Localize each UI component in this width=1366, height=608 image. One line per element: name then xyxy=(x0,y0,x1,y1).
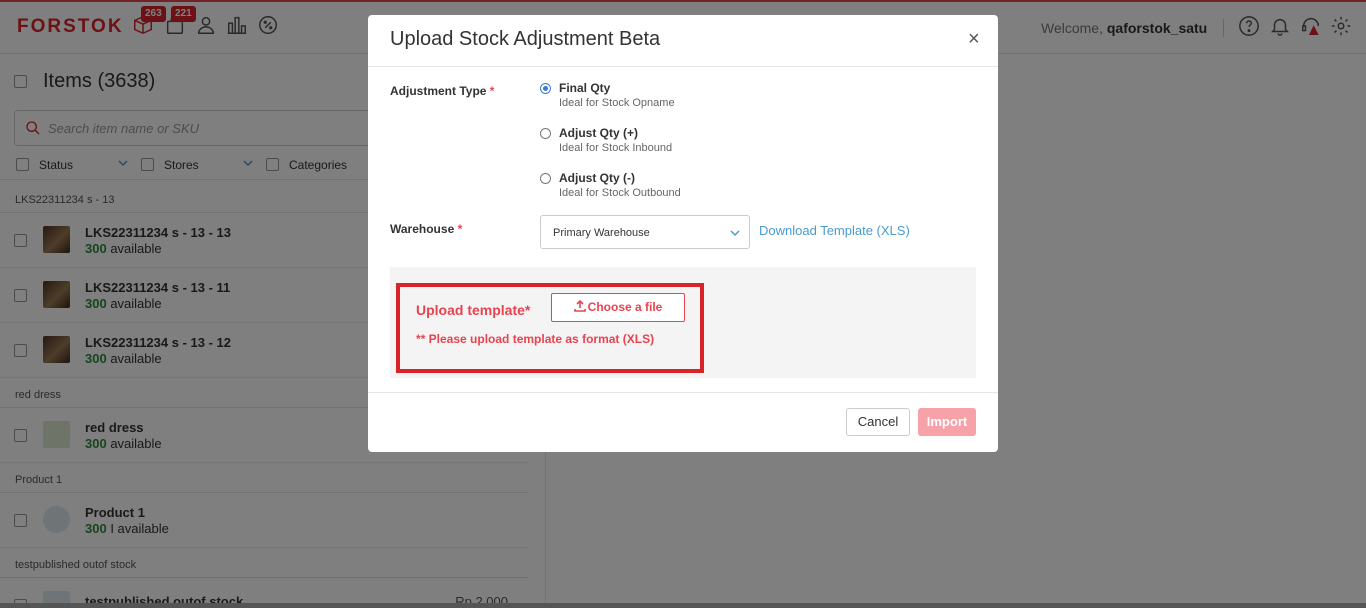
upload-icon xyxy=(573,299,586,312)
required-mark: * xyxy=(457,222,463,236)
option-subtitle: Ideal for Stock Opname xyxy=(559,97,675,109)
radio-final-qty[interactable] xyxy=(540,83,551,94)
option-title[interactable]: Adjust Qty (+) xyxy=(559,126,638,140)
choose-file-label: Choose a file xyxy=(587,300,663,314)
adjustment-type-text: Adjustment Type xyxy=(390,84,487,98)
warehouse-label: Warehouse * xyxy=(390,222,462,236)
upload-label-text: Upload template xyxy=(416,302,525,318)
divider xyxy=(368,392,998,393)
close-icon[interactable]: × xyxy=(968,29,980,49)
modal-title: Upload Stock Adjustment Beta xyxy=(390,28,661,50)
radio-adjust-qty-plus[interactable] xyxy=(540,128,551,139)
warehouse-value: Primary Warehouse xyxy=(553,227,650,239)
required-mark: * xyxy=(489,84,495,98)
option-subtitle: Ideal for Stock Inbound xyxy=(559,142,673,154)
download-template-link[interactable]: Download Template (XLS) xyxy=(759,223,910,238)
adjustment-type-label: Adjustment Type * xyxy=(390,84,494,98)
choose-file-button[interactable]: Choose a file xyxy=(551,293,685,322)
cancel-button[interactable]: Cancel xyxy=(846,408,910,436)
upload-hint: ** Please upload template as format (XLS… xyxy=(416,332,655,346)
option-title[interactable]: Final Qty xyxy=(559,81,610,95)
horizontal-scrollbar[interactable] xyxy=(0,603,1366,608)
required-mark: * xyxy=(524,302,531,318)
upload-template-label: Upload template* xyxy=(416,302,530,318)
radio-adjust-qty-minus[interactable] xyxy=(540,173,551,184)
chevron-down-icon xyxy=(730,230,740,237)
option-title[interactable]: Adjust Qty (-) xyxy=(559,171,635,185)
warehouse-select[interactable]: Primary Warehouse xyxy=(540,215,750,249)
divider xyxy=(368,66,998,67)
warehouse-text: Warehouse xyxy=(390,222,455,236)
upload-stock-adjustment-modal: Upload Stock Adjustment Beta × Adjustmen… xyxy=(368,15,998,452)
import-button[interactable]: Import xyxy=(918,408,976,436)
option-subtitle: Ideal for Stock Outbound xyxy=(559,187,681,199)
